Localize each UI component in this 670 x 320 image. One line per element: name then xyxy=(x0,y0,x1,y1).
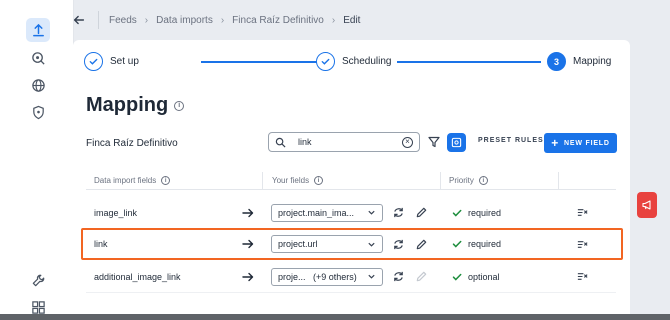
header-data-import-fields: Data import fields i xyxy=(94,176,171,185)
search-icon xyxy=(275,137,286,148)
column-divider xyxy=(262,172,263,190)
globe-icon[interactable] xyxy=(26,73,50,97)
search-input[interactable]: link × xyxy=(268,132,420,152)
transform-icon[interactable] xyxy=(392,197,405,228)
select-value: project.main_ima... xyxy=(278,207,355,218)
priority-cell: required xyxy=(452,230,501,258)
transform-icon[interactable] xyxy=(392,230,405,258)
header-priority: Priority i xyxy=(449,176,488,185)
step-setup[interactable]: Set up xyxy=(84,52,139,71)
chevron-down-icon xyxy=(368,274,375,279)
search-value: link xyxy=(298,137,312,147)
rules-icon[interactable] xyxy=(576,197,589,228)
info-icon[interactable]: i xyxy=(478,176,488,185)
header-your-fields: Your fields i xyxy=(272,176,324,185)
stepper-connector xyxy=(201,61,317,63)
your-field-select[interactable]: project.url xyxy=(271,235,383,253)
page-title: Mapping i xyxy=(86,94,185,117)
breadcrumb-data-imports[interactable]: Data imports xyxy=(156,15,213,26)
filter-icon[interactable] xyxy=(428,136,440,148)
breadcrumb-feed[interactable]: Finca Raíz Definitivo xyxy=(232,15,324,26)
left-nav-rail xyxy=(0,0,74,320)
rules-icon[interactable] xyxy=(576,230,589,258)
step-mapping[interactable]: 3 Mapping xyxy=(547,52,611,71)
rules-icon[interactable] xyxy=(576,261,589,292)
import-field: additional_image_link xyxy=(94,271,181,282)
header-label: Your fields xyxy=(272,176,310,185)
chevron-right-icon: › xyxy=(220,14,225,26)
column-divider xyxy=(558,172,559,190)
feedback-megaphone-icon[interactable] xyxy=(637,192,657,218)
arrow-right-icon xyxy=(242,261,254,292)
your-field-select[interactable]: project.main_ima... xyxy=(271,203,383,222)
breadcrumb-current: Edit xyxy=(343,14,361,26)
breadcrumb-feeds[interactable]: Feeds xyxy=(109,15,137,26)
arrow-right-icon xyxy=(242,197,254,228)
plus-icon: + xyxy=(551,136,560,150)
header-label: Priority xyxy=(449,176,474,185)
chevron-right-icon: › xyxy=(331,14,336,26)
import-field: link xyxy=(94,239,108,249)
info-icon[interactable]: i xyxy=(161,176,171,185)
select-value: project.url xyxy=(278,239,318,249)
step-label: Mapping xyxy=(573,56,612,67)
back-arrow-icon[interactable] xyxy=(68,9,90,31)
breadcrumb-divider xyxy=(98,11,99,29)
check-icon xyxy=(452,209,462,217)
step-scheduling[interactable]: Scheduling xyxy=(316,52,391,71)
wrench-icon[interactable] xyxy=(26,268,50,292)
edit-pencil-icon[interactable] xyxy=(415,230,428,258)
clear-icon[interactable]: × xyxy=(402,136,413,148)
chevron-down-icon xyxy=(368,242,375,247)
check-icon xyxy=(84,52,103,71)
bottom-scrollbar[interactable] xyxy=(0,314,670,320)
arrow-right-icon xyxy=(242,230,254,258)
select-value: proje... (+9 others) xyxy=(278,271,357,282)
check-icon xyxy=(452,240,462,248)
table-row-highlighted: link project.url required xyxy=(81,228,623,260)
transform-icon[interactable] xyxy=(392,261,405,292)
check-icon xyxy=(452,273,462,281)
table-header: Data import fields i Your fields i Prior… xyxy=(86,170,616,190)
priority-cell: optional xyxy=(452,261,500,292)
mapping-card: Set up Scheduling 3 Mapping Mapping i Fi… xyxy=(73,40,630,320)
priority-cell: required xyxy=(452,197,501,228)
new-field-label: NEW FIELD xyxy=(564,139,610,147)
chevron-right-icon: › xyxy=(144,14,149,26)
shield-icon[interactable] xyxy=(26,100,50,124)
feed-name: Finca Raíz Definitivo xyxy=(86,138,178,149)
stepper-connector xyxy=(397,61,541,63)
table-row: image_link project.main_ima... required xyxy=(86,197,616,229)
priority-value: optional xyxy=(468,271,500,282)
preset-rules-button[interactable]: PRESET RULES xyxy=(478,137,544,144)
edit-pencil-icon[interactable] xyxy=(415,197,428,228)
new-field-button[interactable]: + NEW FIELD xyxy=(544,133,617,153)
info-icon[interactable]: i xyxy=(314,176,324,185)
step-number: 3 xyxy=(547,52,566,71)
your-field-select[interactable]: proje... (+9 others) xyxy=(271,267,383,286)
edit-pencil-icon-disabled xyxy=(415,261,428,292)
preset-rules-icon[interactable] xyxy=(447,133,466,152)
target-search-icon[interactable] xyxy=(26,46,50,70)
page-title-text: Mapping xyxy=(86,94,169,116)
step-label: Set up xyxy=(110,56,139,67)
header-label: Data import fields xyxy=(94,176,157,185)
chevron-down-icon xyxy=(368,210,375,215)
column-divider xyxy=(440,172,441,190)
table-row: additional_image_link proje... (+9 other… xyxy=(86,261,616,293)
upload-icon[interactable] xyxy=(26,18,50,42)
import-field: image_link xyxy=(94,207,138,218)
step-label: Scheduling xyxy=(342,56,392,67)
priority-value: required xyxy=(468,207,502,218)
breadcrumb: Feeds › Data imports › Finca Raíz Defini… xyxy=(68,8,360,32)
info-icon[interactable]: i xyxy=(174,100,185,111)
priority-value: required xyxy=(468,239,502,249)
check-icon xyxy=(316,52,335,71)
